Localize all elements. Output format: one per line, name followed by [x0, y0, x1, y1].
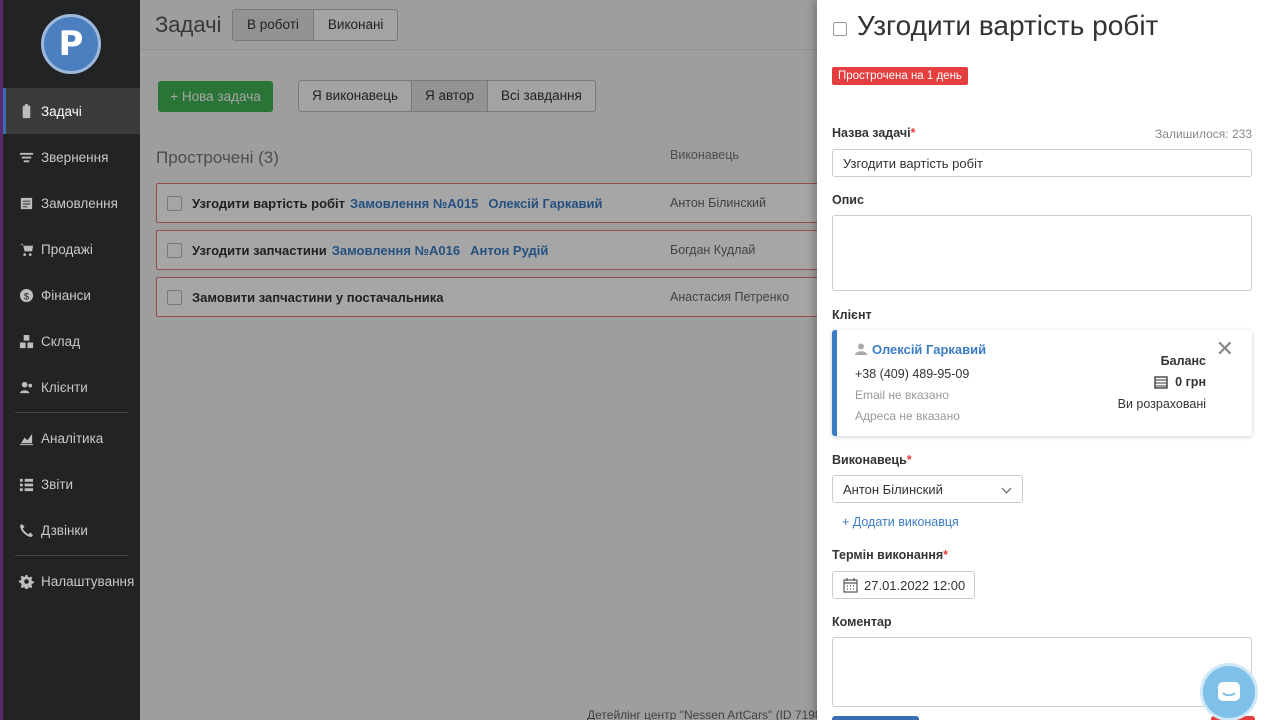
- chat-widget-button[interactable]: [1200, 663, 1258, 720]
- task-name-label-text: Назва задачі: [832, 126, 911, 140]
- add-assignee-link[interactable]: + Додати виконавця: [842, 515, 959, 529]
- client-name-link[interactable]: Олексій Гаркавий: [872, 342, 986, 357]
- sidebar-item-label: Задачі: [41, 103, 82, 119]
- close-icon[interactable]: ✕: [1216, 339, 1234, 361]
- sidebar-item-label: Звернення: [41, 149, 109, 165]
- sidebar-item-label: Клієнти: [41, 379, 88, 395]
- task-name-value: Узгодити вартість робіт: [843, 155, 983, 171]
- task-name-label: Назва задачі*: [832, 126, 915, 140]
- task-name-input[interactable]: Узгодити вартість робіт: [832, 149, 1252, 177]
- panel-title: Узгодити вартість робіт: [857, 10, 1159, 41]
- sidebar-item-label: Продажі: [41, 241, 93, 257]
- sidebar-item-sales[interactable]: Продажі: [3, 226, 140, 272]
- gear-icon: [18, 573, 34, 589]
- sidebar-item-tasks[interactable]: Задачі: [3, 88, 140, 134]
- sidebar-item-settings[interactable]: Налаштування: [3, 558, 140, 604]
- sidebar-item-reports[interactable]: Звіти: [3, 461, 140, 507]
- deadline-input[interactable]: 27.01.2022 12:00: [832, 571, 975, 599]
- sidebar-item-requests[interactable]: Звернення: [3, 134, 140, 180]
- sidebar-item-clients[interactable]: Клієнти: [3, 364, 140, 410]
- description-textarea[interactable]: [832, 215, 1252, 291]
- users-icon: [18, 379, 34, 395]
- required-mark: *: [943, 548, 949, 562]
- sidebar-item-finance[interactable]: $ Фінанси: [3, 272, 140, 318]
- sidebar-item-label: Фінанси: [41, 287, 91, 303]
- sidebar-item-label: Замовлення: [41, 195, 118, 211]
- sidebar-item-warehouse[interactable]: Склад: [3, 318, 140, 364]
- client-label: Клієнт: [832, 308, 872, 322]
- sidebar-item-analytics[interactable]: Аналітика: [3, 415, 140, 461]
- client-address: Адреса не вказано: [855, 409, 960, 423]
- task-detail-panel: Узгодити вартість робіт Прострочена на 1…: [817, 0, 1280, 720]
- client-card: Олексій Гаркавий +38 (409) 489-95-09 Ema…: [832, 330, 1252, 436]
- wallet-icon: [1154, 375, 1168, 389]
- balance-value: 0 грн: [1154, 375, 1206, 389]
- sidebar-item-label: Дзвінки: [41, 522, 88, 538]
- logo-letter: P: [58, 24, 84, 64]
- remaining-chars: Залишилося: 233: [1155, 127, 1252, 141]
- sidebar-item-orders[interactable]: Замовлення: [3, 180, 140, 226]
- modal-overlay[interactable]: [140, 0, 820, 720]
- save-button[interactable]: [832, 716, 919, 720]
- assignee-value: Антон Білинский: [843, 481, 943, 497]
- dollar-icon: $: [18, 287, 34, 303]
- cart-icon: [18, 241, 34, 257]
- assignee-label-text: Виконавець: [832, 453, 907, 467]
- required-mark: *: [906, 453, 912, 467]
- deadline-label-text: Термін виконання: [832, 548, 944, 562]
- required-mark: *: [910, 126, 916, 140]
- description-label: Опис: [832, 193, 864, 207]
- clipboard-icon: [18, 103, 34, 119]
- chevron-down-icon: [1001, 483, 1012, 494]
- sidebar-item-calls[interactable]: Дзвінки: [3, 507, 140, 553]
- sidebar: P Задачі Звернення Замовлення Продажі $ …: [0, 0, 140, 720]
- calendar-icon: [843, 577, 858, 593]
- list-icon: [18, 476, 34, 492]
- sidebar-divider: [15, 412, 128, 413]
- chat-icon: [1218, 682, 1240, 701]
- phone-icon: [18, 522, 34, 538]
- svg-text:$: $: [23, 291, 29, 301]
- deadline-value: 27.01.2022 12:00: [864, 577, 966, 593]
- sidebar-nav: Задачі Звернення Замовлення Продажі $ Фі…: [3, 88, 140, 604]
- balance-label: Баланс: [1160, 354, 1206, 368]
- chart-icon: [18, 430, 34, 446]
- order-icon: [18, 195, 34, 211]
- comment-label: Коментар: [832, 615, 892, 629]
- client-email: Email не вказано: [855, 388, 949, 402]
- logo[interactable]: P: [41, 14, 101, 74]
- comment-textarea[interactable]: [832, 637, 1252, 707]
- overdue-badge: Прострочена на 1 день: [832, 67, 968, 85]
- assignee-label: Виконавець*: [832, 453, 912, 467]
- complete-checkbox[interactable]: [833, 22, 847, 36]
- sidebar-item-label: Налаштування: [41, 573, 135, 589]
- filter-icon: [18, 149, 34, 165]
- sidebar-item-label: Звіти: [41, 476, 74, 492]
- boxes-icon: [18, 333, 34, 349]
- assignee-select[interactable]: Антон Білинский: [832, 475, 1023, 503]
- deadline-label: Термін виконання*: [832, 548, 948, 562]
- client-phone: +38 (409) 489-95-09: [855, 367, 970, 381]
- balance-amount: 0 грн: [1175, 375, 1206, 389]
- sidebar-divider: [15, 555, 128, 556]
- user-icon: [855, 343, 867, 355]
- sidebar-item-label: Склад: [41, 333, 81, 349]
- sidebar-item-label: Аналітика: [41, 430, 104, 446]
- balance-status: Ви розраховані: [1117, 397, 1206, 411]
